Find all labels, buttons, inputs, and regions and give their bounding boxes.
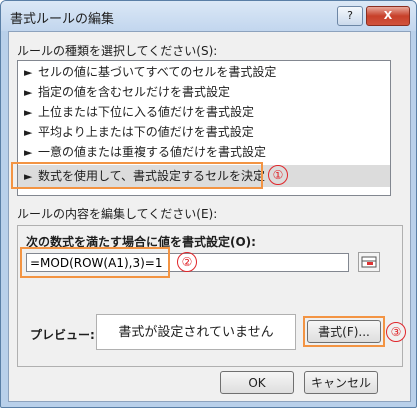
rule-type-item[interactable]: ► 一意の値または重複する値だけを書式設定 — [18, 143, 390, 161]
rule-type-item-label: 一意の値または重複する値だけを書式設定 — [38, 145, 267, 159]
rule-type-item[interactable]: ► 平均より上または下の値だけを書式設定 — [18, 123, 390, 141]
close-button[interactable]: X — [366, 6, 410, 26]
dialog-title: 書式ルールの編集 — [10, 12, 115, 27]
annotation-box-3 — [303, 316, 385, 347]
arrow-icon: ► — [24, 146, 33, 159]
arrow-icon: ► — [24, 106, 33, 119]
rule-type-item-label: セルの値に基づいてすべてのセルを書式設定 — [38, 65, 277, 79]
annotation-box-2 — [20, 247, 170, 278]
collapse-dialog-icon — [361, 256, 377, 268]
range-select-button[interactable] — [358, 252, 380, 272]
title-bar: 書式ルールの編集 ? X — [1, 1, 416, 31]
preview-box: 書式が設定されていません — [96, 314, 296, 350]
preview-label: プレビュー: — [30, 328, 95, 342]
rule-type-item-label: 平均より上または下の値だけを書式設定 — [38, 125, 254, 139]
rule-type-item[interactable]: ► 指定の値を含むセルだけを書式設定 — [18, 83, 390, 101]
arrow-icon: ► — [24, 86, 33, 99]
help-button[interactable]: ? — [337, 6, 363, 26]
annotation-number-1: ① — [268, 165, 288, 185]
rule-type-item[interactable]: ► 上位または下位に入る値だけを書式設定 — [18, 103, 390, 121]
dialog-window: 書式ルールの編集 ? X ルールの種類を選択してください(S): ► セルの値に基… — [0, 0, 417, 408]
rule-type-label: ルールの種類を選択してください(S): — [17, 44, 218, 58]
dialog-client-area: ルールの種類を選択してください(S): ► セルの値に基づいてすべてのセルを書式設… — [8, 31, 411, 402]
arrow-icon: ► — [24, 126, 33, 139]
annotation-number-2: ② — [177, 252, 197, 272]
rule-type-item-label: 上位または下位に入る値だけを書式設定 — [38, 105, 255, 119]
cancel-button[interactable]: キャンセル — [304, 371, 378, 394]
rule-edit-label: ルールの内容を編集してください(E): — [17, 207, 218, 221]
rule-edit-group: 次の数式を満たす場合に値を書式設定(O): =MOD(ROW(A1),3)=1 … — [17, 225, 406, 367]
rule-type-item[interactable]: ► セルの値に基づいてすべてのセルを書式設定 — [18, 63, 390, 81]
rule-type-item-label: 指定の値を含むセルだけを書式設定 — [38, 85, 231, 99]
arrow-icon: ► — [24, 66, 33, 79]
annotation-box-1 — [11, 162, 263, 189]
ok-button[interactable]: OK — [220, 371, 294, 394]
annotation-number-3: ③ — [386, 322, 406, 342]
